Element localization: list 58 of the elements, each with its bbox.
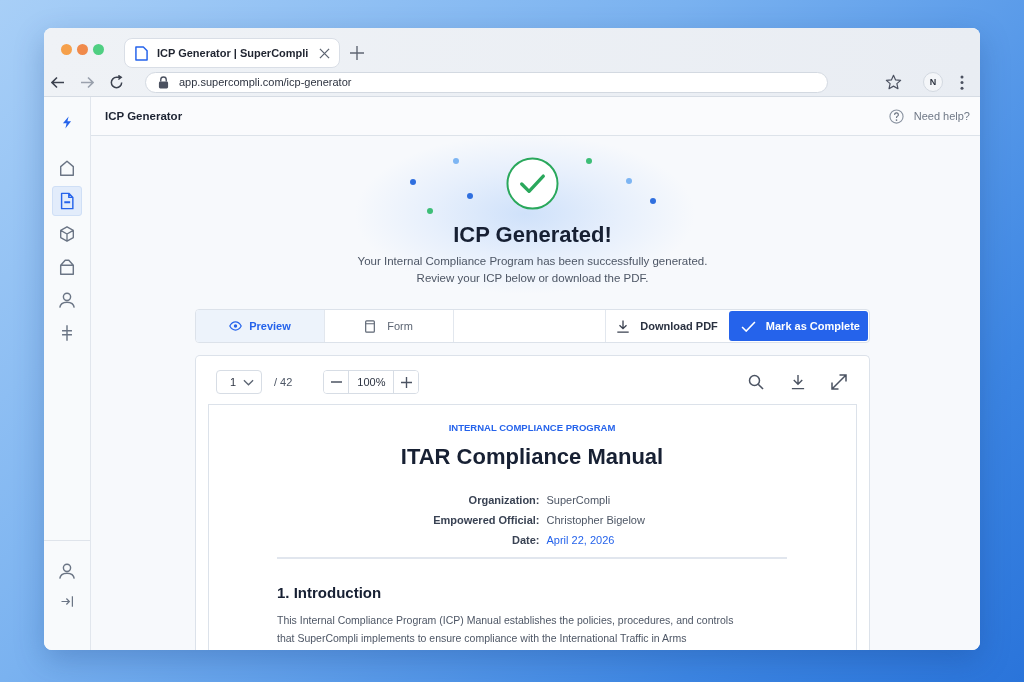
confetti-dot (586, 158, 592, 164)
view-tab[interactable]: Preview (196, 310, 325, 342)
meta-label: Organization: (467, 493, 540, 508)
profile-avatar[interactable]: N (923, 72, 943, 92)
arrow-to-bar-icon (59, 593, 75, 609)
check-circle-icon (506, 157, 559, 210)
document-eyebrow: INTERNAL COMPLIANCE PROGRAM (447, 421, 617, 435)
meta-date: April 22, 2026 (546, 533, 616, 548)
menu-icon[interactable] (960, 74, 964, 90)
person-icon (58, 562, 76, 580)
success-message: Your Internal Compliance Program has been successfully generated. Review your ICP below or download the PDF. (357, 254, 708, 286)
confetti-dot (467, 193, 473, 199)
lightning-bolt-icon[interactable] (62, 116, 72, 129)
building-icon (58, 258, 76, 276)
confetti-dot (427, 208, 433, 214)
eye-icon (229, 321, 243, 331)
cube-icon (58, 225, 76, 243)
page-select[interactable]: 1 (216, 370, 262, 394)
help-icon[interactable] (888, 108, 904, 124)
file-icon (135, 45, 148, 61)
confetti-dot (626, 178, 632, 184)
forward-arrow-icon[interactable] (80, 75, 94, 89)
person-icon (58, 291, 76, 309)
confetti-dot (453, 158, 459, 164)
document-title: ITAR Compliance Manual (399, 443, 665, 471)
browser-tab[interactable]: ICP Generator | SuperCompli (124, 38, 340, 68)
section-heading: 1. Introduction (277, 583, 383, 603)
meta-value: SuperCompli (546, 493, 612, 508)
help-link[interactable]: Need help? (913, 110, 970, 122)
page-icon (365, 319, 376, 333)
address-bar[interactable]: app.supercompli.com/icp-generator (145, 71, 828, 93)
success-title: ICP Generated! (453, 222, 612, 248)
plus-icon (400, 376, 412, 388)
section-paragraph: This Internal Compliance Program (ICP) Manual establishes the policies, procedures, and controls that SuperCompli implements to ensure compliance with the International Traffic in Arms (277, 613, 735, 646)
sidebar-item[interactable] (52, 186, 82, 216)
page-count: / 42 (274, 376, 293, 388)
plus-icon[interactable] (350, 46, 364, 60)
download-icon (616, 318, 631, 334)
search-icon[interactable] (748, 374, 764, 390)
download-icon[interactable] (790, 374, 806, 390)
caret-icon (243, 378, 254, 386)
confetti-dot (410, 179, 416, 185)
home-icon (58, 159, 76, 177)
star-icon[interactable] (885, 74, 902, 90)
check-icon (740, 320, 756, 332)
meta-label: Date: (511, 533, 540, 548)
reload-icon[interactable] (108, 74, 124, 90)
document-icon (58, 192, 76, 210)
page-title: ICP Generator (105, 110, 183, 122)
minus-icon (330, 381, 342, 383)
mark-complete-button[interactable]: Mark as Complete (728, 311, 868, 341)
close-icon[interactable] (319, 47, 330, 59)
confetti-dot (650, 198, 656, 204)
expand-icon[interactable] (830, 373, 848, 391)
meta-value: Christopher Bigelow (546, 513, 646, 528)
meta-label: Empowered Official: (432, 513, 540, 528)
lock-icon (158, 75, 169, 89)
back-arrow-icon[interactable] (51, 75, 65, 89)
